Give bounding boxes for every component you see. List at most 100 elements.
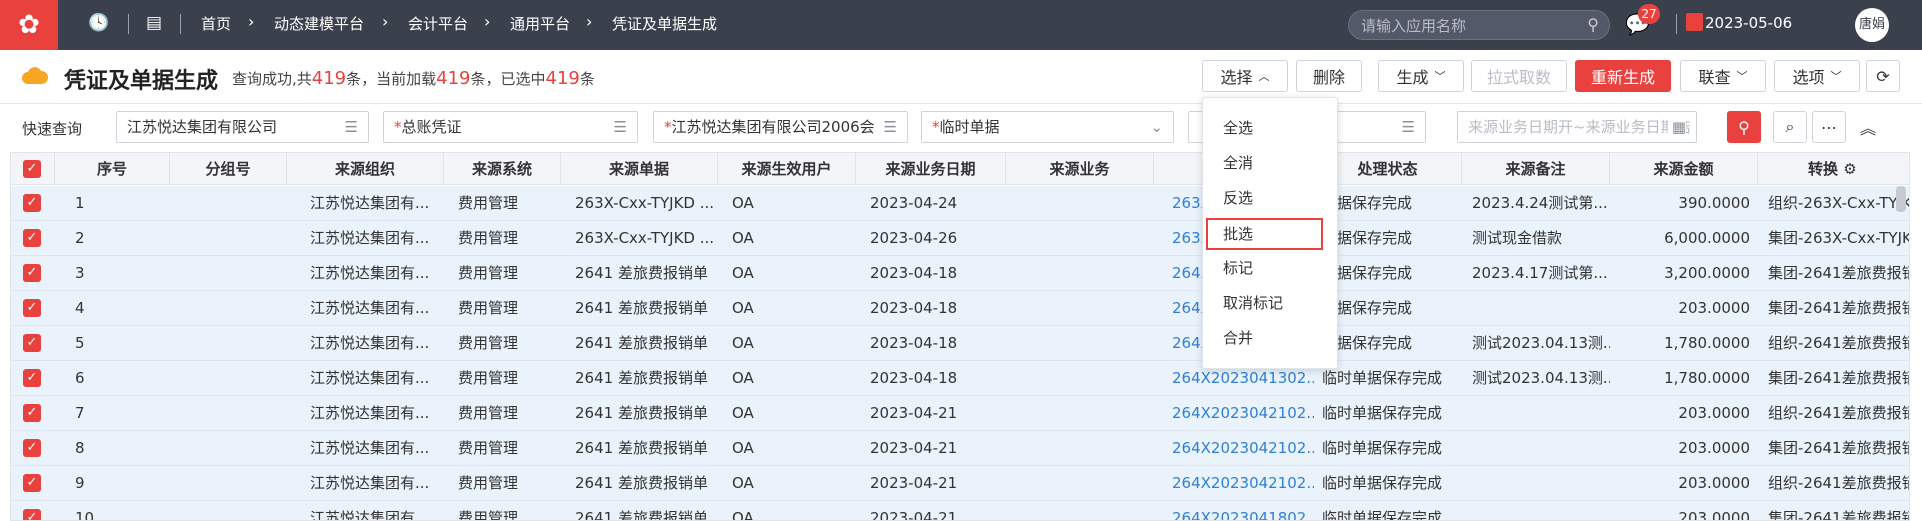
breadcrumb-common[interactable]: 通用平台 (510, 13, 570, 34)
history-clock-icon[interactable]: 🕓 (88, 13, 109, 33)
table-row[interactable]: ✓ 9 江苏悦达集团有... 费用管理 2641 差旅费报销单 OA 2023-04-21 2… (11, 466, 1909, 501)
menu-item-batch-select[interactable]: 批选 (1206, 218, 1323, 250)
search-icon[interactable]: ⚲ (1587, 15, 1599, 34)
table-row[interactable]: ✓ 1 江苏悦达集团有... 费用管理 263X-Cxx-TYJKD ... OA 2023… (11, 186, 1909, 221)
menu-item-merge[interactable]: 合并 (1203, 322, 1339, 354)
date-range-field[interactable]: 来源业务日期开~来源业务日期结 ▦ (1457, 111, 1697, 143)
row-checkbox[interactable]: ✓ (23, 334, 41, 352)
app-logo-icon[interactable]: ✿ (0, 0, 58, 50)
delete-button[interactable]: 删除 (1296, 60, 1362, 92)
regenerate-button[interactable]: 重新生成 (1575, 60, 1671, 92)
row-checkbox[interactable]: ✓ (23, 474, 41, 492)
cell-convert: 集团-2641差旅费报销 (1768, 509, 1910, 521)
generate-button[interactable]: 生成 ﹀ (1378, 60, 1464, 92)
select-all-cell[interactable]: ✓ (11, 153, 55, 185)
table-row[interactable]: ✓ 3 江苏悦达集团有... 费用管理 2641 差旅费报销单 OA 2023-04-18 2… (11, 256, 1909, 291)
col-header-source-doc[interactable]: 来源单据 (561, 153, 718, 185)
cell-business (1006, 361, 1154, 396)
table-row[interactable]: ✓ 4 江苏悦达集团有... 费用管理 2641 差旅费报销单 OA 2023-04-18 2… (11, 291, 1909, 326)
cell-source-doc: 2641 差旅费报销单 (575, 439, 708, 457)
row-checkbox[interactable]: ✓ (23, 404, 41, 422)
vertical-scrollbar[interactable] (1896, 186, 1906, 212)
cell-amount: 1,780.0000 (1664, 334, 1750, 352)
col-header-remark[interactable]: 来源备注 (1462, 153, 1610, 185)
app-search-input[interactable] (1361, 16, 1571, 36)
row-checkbox[interactable]: ✓ (23, 299, 41, 317)
cell-source-system: 费用管理 (458, 334, 519, 352)
settings-icon[interactable]: ⚙ (1843, 160, 1856, 178)
cell-business (1006, 186, 1154, 221)
calendar-icon[interactable]: ▦ (1667, 112, 1686, 142)
table-row[interactable]: ✓ 8 江苏悦达集团有... 费用管理 2641 差旅费报销单 OA 2023-04-21 2… (11, 431, 1909, 466)
menu-item-invert[interactable]: 反选 (1203, 182, 1339, 214)
menu-item-unmark[interactable]: 取消标记 (1203, 287, 1339, 319)
breadcrumb-accounting[interactable]: 会计平台 (408, 13, 468, 34)
row-checkbox[interactable]: ✓ (23, 229, 41, 247)
row-checkbox[interactable]: ✓ (23, 194, 41, 212)
org-field[interactable]: 江苏悦达集团有限公司 ☰ (116, 111, 369, 143)
cell-source-system: 费用管理 (458, 474, 519, 492)
table-row[interactable]: ✓ 2 江苏悦达集团有... 费用管理 263X-Cxx-TYJKD ... OA 2023… (11, 221, 1909, 256)
select-button[interactable]: 选择 ︿ (1202, 60, 1288, 92)
row-checkbox[interactable]: ✓ (23, 369, 41, 387)
chevron-down-icon[interactable]: ⌄ (1146, 112, 1163, 142)
link-query-button[interactable]: 联查 ﹀ (1680, 60, 1766, 92)
menu-item-mark[interactable]: 标记 (1203, 252, 1339, 284)
table-row[interactable]: ✓ 10 江苏悦达集团有... 费用管理 2641 差旅费报销单 OA 2023-04-21… (11, 501, 1910, 521)
col-header-convert[interactable]: 转换 ⚙ (1758, 153, 1909, 185)
cell-business-date: 2023-04-26 (870, 229, 958, 247)
cell-source-doc: 2641 差旅费报销单 (575, 299, 708, 317)
cell-source-no[interactable]: 264X2023042102... (1154, 466, 1314, 501)
breadcrumb-modeling[interactable]: 动态建模平台 (274, 13, 364, 34)
list-icon[interactable]: ☰ (879, 112, 897, 142)
menu-item-deselect-all[interactable]: 全消 (1203, 147, 1339, 179)
row-checkbox[interactable]: ✓ (23, 264, 41, 282)
table-row[interactable]: ✓ 5 江苏悦达集团有... 费用管理 2641 差旅费报销单 OA 2023-04-18 2… (11, 326, 1909, 361)
list-icon[interactable]: ☰ (609, 112, 627, 142)
advanced-search-button[interactable]: ⌕ (1773, 111, 1807, 143)
doc-type-select[interactable]: *临时单据 ⌄ (921, 111, 1174, 143)
search-button[interactable]: ⚲ (1727, 111, 1761, 143)
row-checkbox[interactable]: ✓ (23, 439, 41, 457)
table-row[interactable]: ✓ 6 江苏悦达集团有... 费用管理 2641 差旅费报销单 OA 2023-04-18 2… (11, 361, 1909, 396)
cell-source-no[interactable]: 264X2023042102... (1154, 431, 1314, 466)
app-search-box[interactable]: ⚲ (1348, 10, 1610, 40)
voucher-type-field[interactable]: *总账凭证 ☰ (383, 111, 638, 143)
col-header-business-date[interactable]: 来源业务日期 (856, 153, 1006, 185)
page-title: 凭证及单据生成 (64, 69, 219, 94)
cell-amount: 203.0000 (1678, 404, 1750, 422)
cell-group (170, 431, 287, 466)
collapse-button[interactable]: ︽ (1851, 111, 1885, 143)
cell-source-user: OA (732, 334, 754, 352)
cell-remark: 测试2023.04.13测... (1472, 369, 1610, 387)
calendar-icon (1686, 13, 1703, 31)
options-button[interactable]: 选项 ﹀ (1774, 60, 1860, 92)
menu-item-select-all[interactable]: 全选 (1203, 112, 1339, 144)
pull-data-button[interactable]: 拉式取数 (1471, 60, 1567, 92)
cell-amount: 203.0000 (1678, 474, 1750, 492)
breadcrumb-home[interactable]: 首页 (201, 13, 231, 34)
col-header-source-org[interactable]: 来源组织 (287, 153, 444, 185)
account-book-field[interactable]: *江苏悦达集团有限公司2006会 ☰ (653, 111, 908, 143)
col-header-source-system[interactable]: 来源系统 (444, 153, 561, 185)
col-header-group[interactable]: 分组号 (170, 153, 287, 185)
breadcrumb-current[interactable]: 凭证及单据生成 (612, 13, 717, 34)
select-all-checkbox[interactable]: ✓ (23, 160, 41, 178)
col-header-business[interactable]: 来源业务 (1006, 153, 1154, 185)
table-row[interactable]: ✓ 7 江苏悦达集团有... 费用管理 2641 差旅费报销单 OA 2023-04-21 2… (11, 396, 1909, 431)
row-checkbox[interactable]: ✓ (23, 509, 41, 520)
refresh-button[interactable]: ⟳ (1866, 60, 1900, 92)
col-header-index[interactable]: 序号 (55, 153, 170, 185)
col-header-amount[interactable]: 来源金额 (1610, 153, 1758, 185)
document-icon[interactable]: ▤ (146, 13, 162, 33)
col-header-source-user[interactable]: 来源生效用户 (718, 153, 856, 185)
cell-source-doc: 2641 差旅费报销单 (575, 369, 708, 387)
cell-remark: 测试2023.04.13测... (1472, 334, 1610, 352)
cell-source-no[interactable]: 264X2023042102... (1154, 396, 1314, 431)
more-button[interactable]: ⋯ (1812, 111, 1846, 143)
cell-source-no[interactable]: 264X2023041802... (1154, 501, 1314, 520)
divider (128, 14, 129, 34)
list-icon[interactable]: ☰ (340, 112, 358, 142)
list-icon[interactable]: ☰ (1397, 112, 1415, 142)
user-avatar[interactable]: 唐娟 (1855, 8, 1889, 42)
